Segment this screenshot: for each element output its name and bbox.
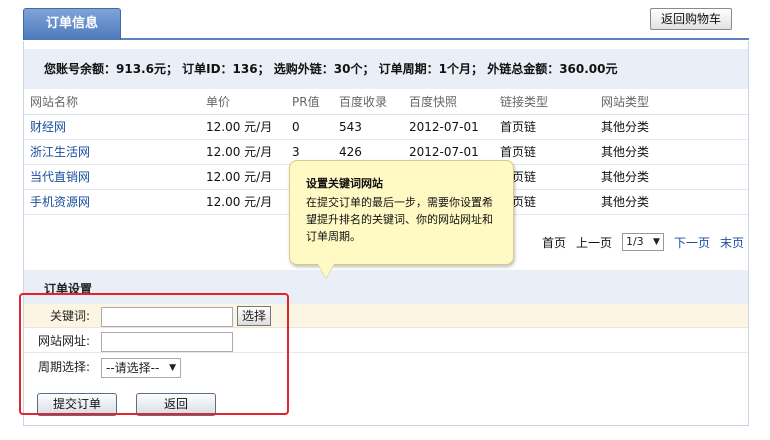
col-site-name: 网站名称 — [24, 89, 200, 115]
pagination: 首页 上一页 1/3 ▼ 下一页 末页 — [542, 230, 744, 254]
site-link[interactable]: 手机资源网 — [30, 195, 90, 209]
tooltip-callout: 设置关键词网站 在提交订单的最后一步，需要你设置希望提升排名的关键词、你的网站网… — [289, 160, 514, 265]
tooltip-body: 在提交订单的最后一步，需要你设置希望提升排名的关键词、你的网站网址和订单周期。 — [306, 196, 493, 243]
tab-order-info[interactable]: 订单信息 — [23, 8, 121, 40]
site-link[interactable]: 浙江生活网 — [30, 145, 90, 159]
tooltip-title: 设置关键词网站 — [306, 177, 383, 190]
pager-prev[interactable]: 上一页 — [576, 234, 612, 251]
price-cell: 12.00 元/月 — [200, 164, 286, 190]
col-link-type: 链接类型 — [494, 89, 595, 115]
table-header-row: 网站名称 单价 PR值 百度收录 百度快照 链接类型 网站类型 — [24, 89, 748, 115]
col-price: 单价 — [200, 89, 286, 115]
account-summary: 您账号余额：913.6元； 订单ID：136； 选购外链：30个； 订单周期：1… — [24, 49, 748, 89]
col-pr: PR值 — [286, 89, 333, 115]
site-link[interactable]: 财经网 — [30, 120, 66, 134]
link-type-cell: 首页链 — [494, 114, 595, 140]
site-type-cell: 其他分类 — [595, 164, 748, 190]
price-cell: 12.00 元/月 — [200, 114, 286, 140]
index-cell: 543 — [333, 114, 403, 140]
site-type-cell: 其他分类 — [595, 114, 748, 140]
pager-next[interactable]: 下一页 — [674, 234, 710, 251]
pager-first[interactable]: 首页 — [542, 234, 566, 251]
snapshot-cell: 2012-07-01 — [403, 114, 494, 140]
price-cell: 12.00 元/月 — [200, 139, 286, 165]
col-site-type: 网站类型 — [595, 89, 748, 115]
highlight-box — [19, 293, 289, 415]
table-row: 财经网 12.00 元/月 0 543 2012-07-01 首页链 其他分类 — [24, 114, 748, 140]
site-type-cell: 其他分类 — [595, 139, 748, 165]
back-to-cart-button[interactable]: 返回购物车 — [650, 8, 732, 30]
site-type-cell: 其他分类 — [595, 189, 748, 215]
pr-cell: 0 — [286, 114, 333, 140]
pager-last[interactable]: 末页 — [720, 234, 744, 251]
page-select[interactable]: 1/3 ▼ — [621, 233, 664, 251]
page-select-value: 1/3 — [625, 235, 644, 248]
site-link[interactable]: 当代直销网 — [30, 170, 90, 184]
tab-bar: 订单信息 返回购物车 — [23, 8, 749, 40]
chevron-down-icon: ▼ — [653, 237, 660, 247]
col-baidu-snapshot: 百度快照 — [403, 89, 494, 115]
price-cell: 12.00 元/月 — [200, 189, 286, 215]
col-baidu-index: 百度收录 — [333, 89, 403, 115]
tooltip-tail — [318, 264, 334, 278]
